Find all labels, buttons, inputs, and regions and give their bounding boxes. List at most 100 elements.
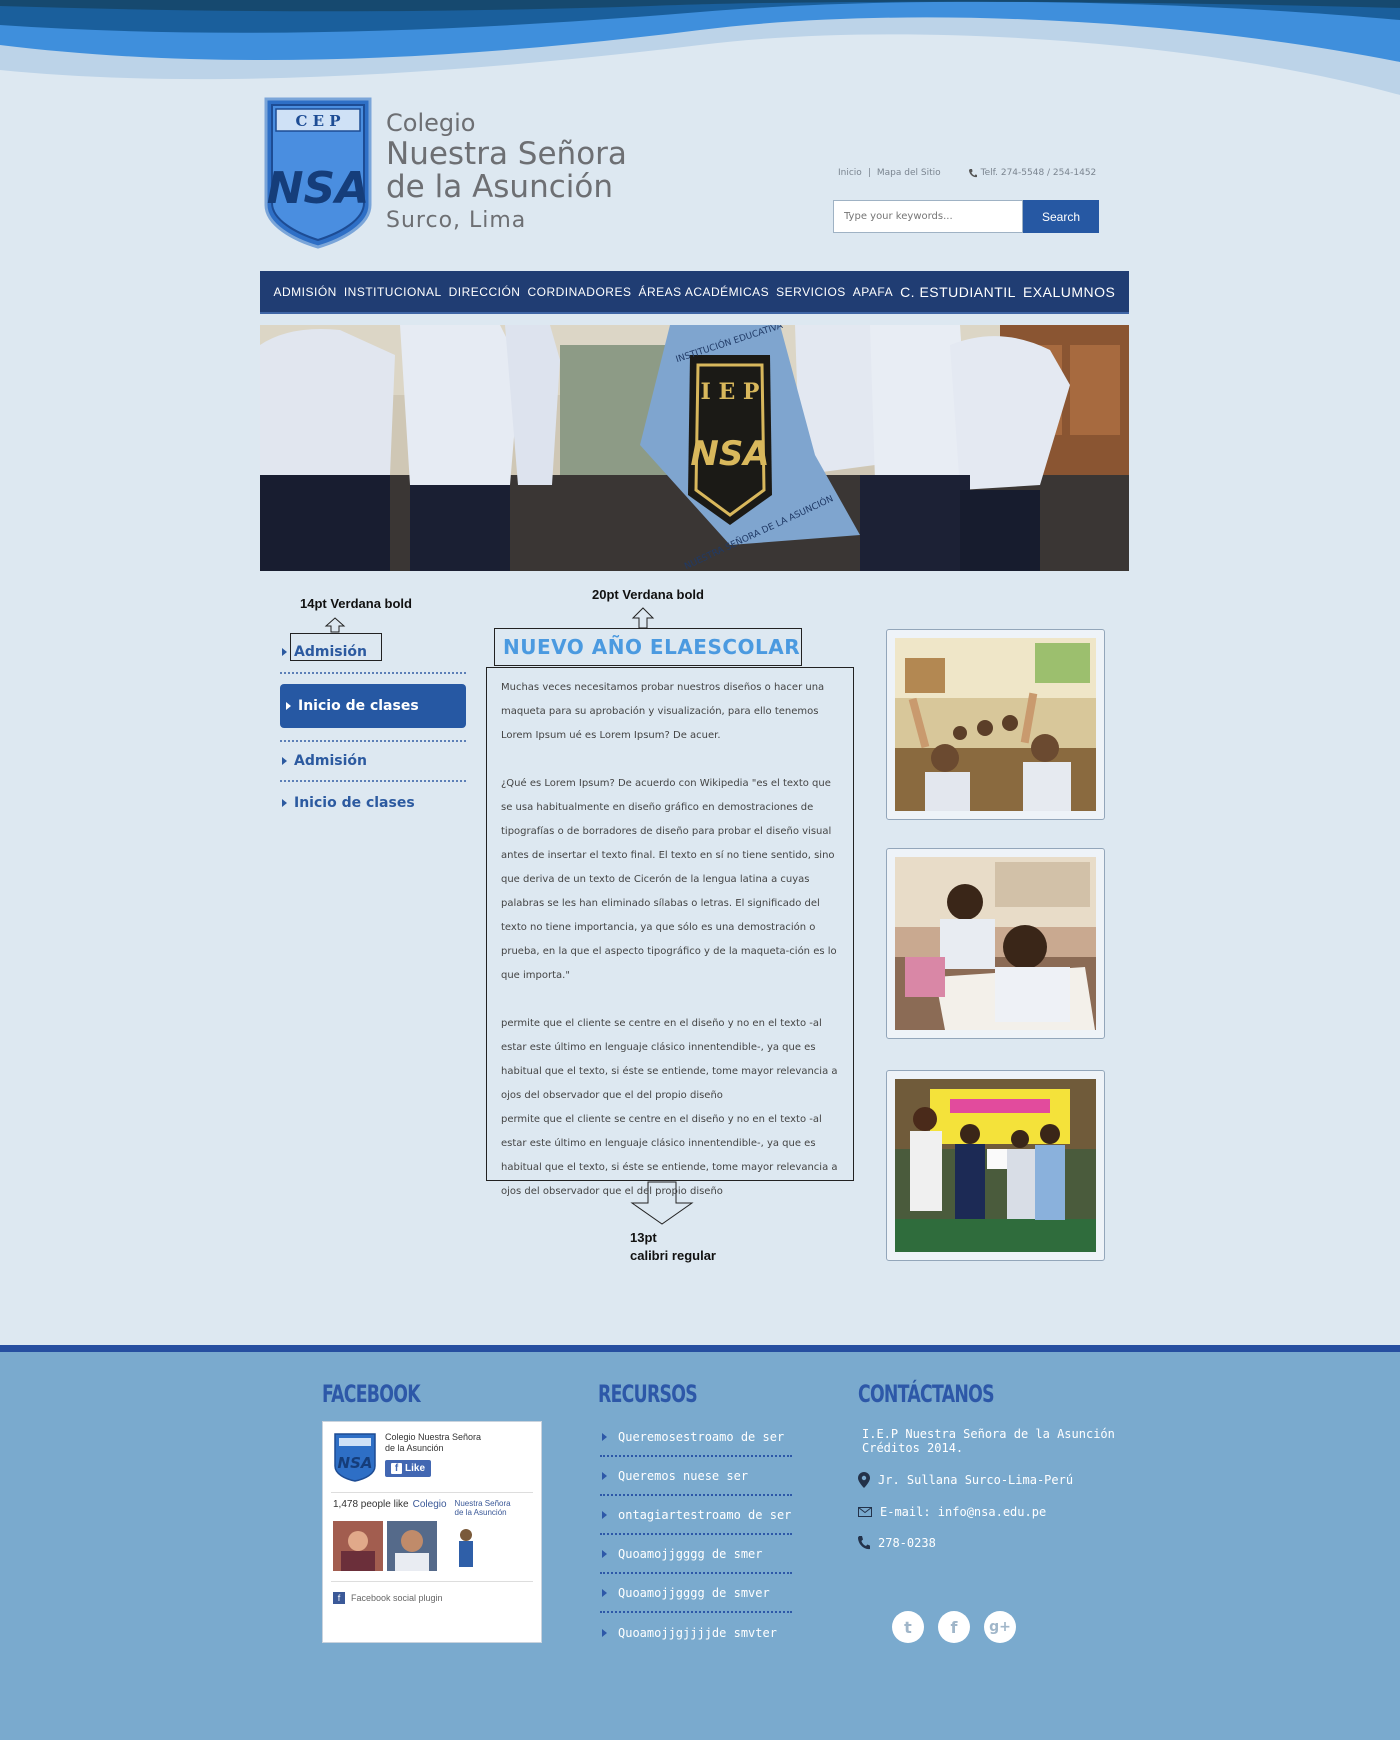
photo-ceremony[interactable] xyxy=(886,1070,1105,1261)
footer-heading-recursos: RECURSOS xyxy=(598,1380,698,1408)
annotation-body-family: calibri regular xyxy=(630,1248,716,1263)
nav-servicios[interactable]: SERVICIOS xyxy=(776,285,846,299)
sidebar-item-admision-2[interactable]: Admisión xyxy=(280,740,466,782)
recursos-item[interactable]: Quoamojjgggg de smver xyxy=(600,1574,792,1613)
nav-direccion[interactable]: DIRECCIÓN xyxy=(449,285,521,299)
twitter-icon[interactable]: t xyxy=(892,1611,924,1643)
top-links: Inicio | Mapa del Sitio Telf. 274-5548 /… xyxy=(838,168,1096,178)
annotation-body-size: 13pt xyxy=(630,1230,657,1245)
annotation-sidebar-font: 14pt Verdana bold xyxy=(300,596,412,611)
logo-line-colegio: Colegio xyxy=(386,109,476,137)
students-writing-photo-image xyxy=(895,857,1096,1030)
avatar[interactable] xyxy=(333,1521,383,1571)
contact-org: I.E.P Nuestra Señora de la Asunción Créd… xyxy=(862,1427,1115,1455)
article-title: NUEVO AÑO ELAESCOLAR xyxy=(503,635,801,659)
recursos-item[interactable]: ontagiartestroamo de ser xyxy=(600,1496,792,1535)
recursos-item[interactable]: Queremos nuese ser xyxy=(600,1457,792,1496)
article-paragraph-2: ¿Qué es Lorem Ipsum? De acuerdo con Wiki… xyxy=(501,778,837,981)
site-logo[interactable]: C E P NSA Colegio Nuestra Señora de la A… xyxy=(262,95,627,251)
triangle-right-icon xyxy=(602,1432,607,1441)
article-paragraph-4: permite que el cliente se centre en el d… xyxy=(501,1114,838,1197)
facebook-icon: f xyxy=(333,1592,345,1604)
arrow-up-icon xyxy=(631,607,655,629)
triangle-right-icon xyxy=(282,799,287,807)
svg-text:NSA: NSA xyxy=(267,163,370,214)
nav-admision[interactable]: ADMISIÓN xyxy=(273,285,336,299)
recursos-item[interactable]: Quoamojjgggg de smer xyxy=(600,1535,792,1574)
search-input[interactable] xyxy=(833,200,1023,233)
facebook-page-link[interactable]: Nuestra Señora de la Asunción xyxy=(455,1499,511,1517)
facebook-icon[interactable]: f xyxy=(938,1611,970,1643)
phone-icon xyxy=(858,1536,870,1550)
sidebar-item-label: Inicio de clases xyxy=(298,698,419,714)
triangle-right-icon xyxy=(602,1549,607,1558)
school-shield-icon: C E P NSA xyxy=(264,97,372,249)
recursos-item[interactable]: Quoamojjgjjjjde smvter xyxy=(600,1613,792,1652)
triangle-right-icon xyxy=(282,648,287,656)
link-inicio[interactable]: Inicio xyxy=(838,168,862,178)
nav-exalumnos[interactable]: EXALUMNOS xyxy=(1023,284,1115,300)
triangle-right-icon xyxy=(602,1471,607,1480)
logo-line-nuestra: Nuestra Señora xyxy=(386,136,627,172)
footer-heading-facebook: FACEBOOK xyxy=(322,1380,421,1408)
article-paragraph-1: Muchas veces necesitamos probar nuestros… xyxy=(501,682,825,741)
svg-text:C E P: C E P xyxy=(295,112,340,130)
article-title-box: NUEVO AÑO ELAESCOLAR xyxy=(494,628,802,666)
article-body: Muchas veces necesitamos probar nuestros… xyxy=(486,667,854,1197)
article-paragraph-3: permite que el cliente se centre en el d… xyxy=(501,1018,838,1101)
contact-email[interactable]: E-mail: info@nsa.edu.pe xyxy=(858,1505,1115,1519)
facebook-page-link[interactable]: Colegio xyxy=(413,1499,447,1517)
sidebar-menu: Admisión Inicio de clases Admisión Inici… xyxy=(280,632,466,824)
search-button[interactable]: Search xyxy=(1023,200,1099,233)
main-nav: ADMISIÓN INSTITUCIONAL DIRECCIÓN CORDINA… xyxy=(260,271,1129,314)
sidebar-item-admision[interactable]: Admisión xyxy=(280,632,466,674)
facebook-like-count: 1,478 people like Colegio Nuestra Señora… xyxy=(333,1499,511,1517)
social-links: t f g+ xyxy=(892,1611,1016,1643)
sidebar-item-inicio-clases-2[interactable]: Inicio de clases xyxy=(280,782,466,824)
sidebar-item-label: Admisión xyxy=(294,644,367,660)
triangle-right-icon xyxy=(282,757,287,765)
facebook-like-button[interactable]: f Like xyxy=(385,1460,432,1477)
avatar[interactable] xyxy=(441,1521,491,1571)
triangle-right-icon xyxy=(602,1510,607,1519)
contact-phone: 278-0238 xyxy=(858,1536,1115,1550)
nav-areas-academicas[interactable]: ÁREAS ACADÉMICAS xyxy=(638,285,769,299)
footer-heading-contactanos: CONTÁCTANOS xyxy=(858,1380,995,1408)
annotation-body-font: 13pt calibri regular xyxy=(630,1229,716,1265)
sidebar-item-label: Inicio de clases xyxy=(294,795,415,811)
arrow-up-icon xyxy=(324,617,346,633)
nav-cordinadores[interactable]: CORDINADORES xyxy=(527,285,631,299)
header-phone: Telf. 274-5548 / 254-1452 xyxy=(968,168,1097,178)
recursos-list: Queremosestroamo de ser Queremos nuese s… xyxy=(600,1418,792,1652)
triangle-right-icon xyxy=(602,1588,607,1597)
triangle-right-icon xyxy=(286,702,291,710)
recursos-item[interactable]: Queremosestroamo de ser xyxy=(600,1418,792,1457)
header-phone-number: Telf. 274-5548 / 254-1452 xyxy=(980,168,1097,178)
google-plus-icon[interactable]: g+ xyxy=(984,1611,1016,1643)
logo-line-location: Surco, Lima xyxy=(386,208,527,233)
nav-c-estudiantil[interactable]: C. ESTUDIANTIL xyxy=(900,284,1016,300)
facebook-widget: NSA Colegio Nuestra Señora de la Asunció… xyxy=(322,1421,542,1643)
facebook-faces xyxy=(323,1517,541,1571)
ceremony-photo-image xyxy=(895,1079,1096,1252)
avatar[interactable] xyxy=(387,1521,437,1571)
school-shield-icon: NSA xyxy=(334,1433,376,1482)
facebook-plugin-credit[interactable]: f Facebook social plugin xyxy=(323,1582,541,1604)
facebook-page-name-2[interactable]: de la Asunción xyxy=(385,1443,481,1454)
mail-icon xyxy=(858,1507,872,1517)
photo-classroom-1[interactable] xyxy=(886,629,1105,820)
facebook-page-name-1[interactable]: Colegio Nuestra Señora xyxy=(385,1432,481,1443)
link-mapa-sitio[interactable]: Mapa del Sitio xyxy=(877,168,941,178)
hero-banner-image: I E P NSA INSTITUCIÓN EDUCATIVA NUESTRA … xyxy=(260,325,1129,571)
top-wave-decoration xyxy=(0,0,1400,95)
photo-classroom-2[interactable] xyxy=(886,848,1105,1039)
nav-apafa[interactable]: APAFA xyxy=(853,285,893,299)
nav-institucional[interactable]: INSTITUCIONAL xyxy=(344,285,442,299)
logo-line-asuncion: de la Asunción xyxy=(386,169,613,205)
svg-text:NSA: NSA xyxy=(690,434,769,474)
classroom-photo-image xyxy=(895,638,1096,811)
search-form: Search xyxy=(833,200,1099,233)
contact-info: I.E.P Nuestra Señora de la Asunción Créd… xyxy=(858,1427,1115,1550)
facebook-icon: f xyxy=(391,1463,402,1474)
sidebar-item-inicio-clases-active[interactable]: Inicio de clases xyxy=(280,684,466,728)
